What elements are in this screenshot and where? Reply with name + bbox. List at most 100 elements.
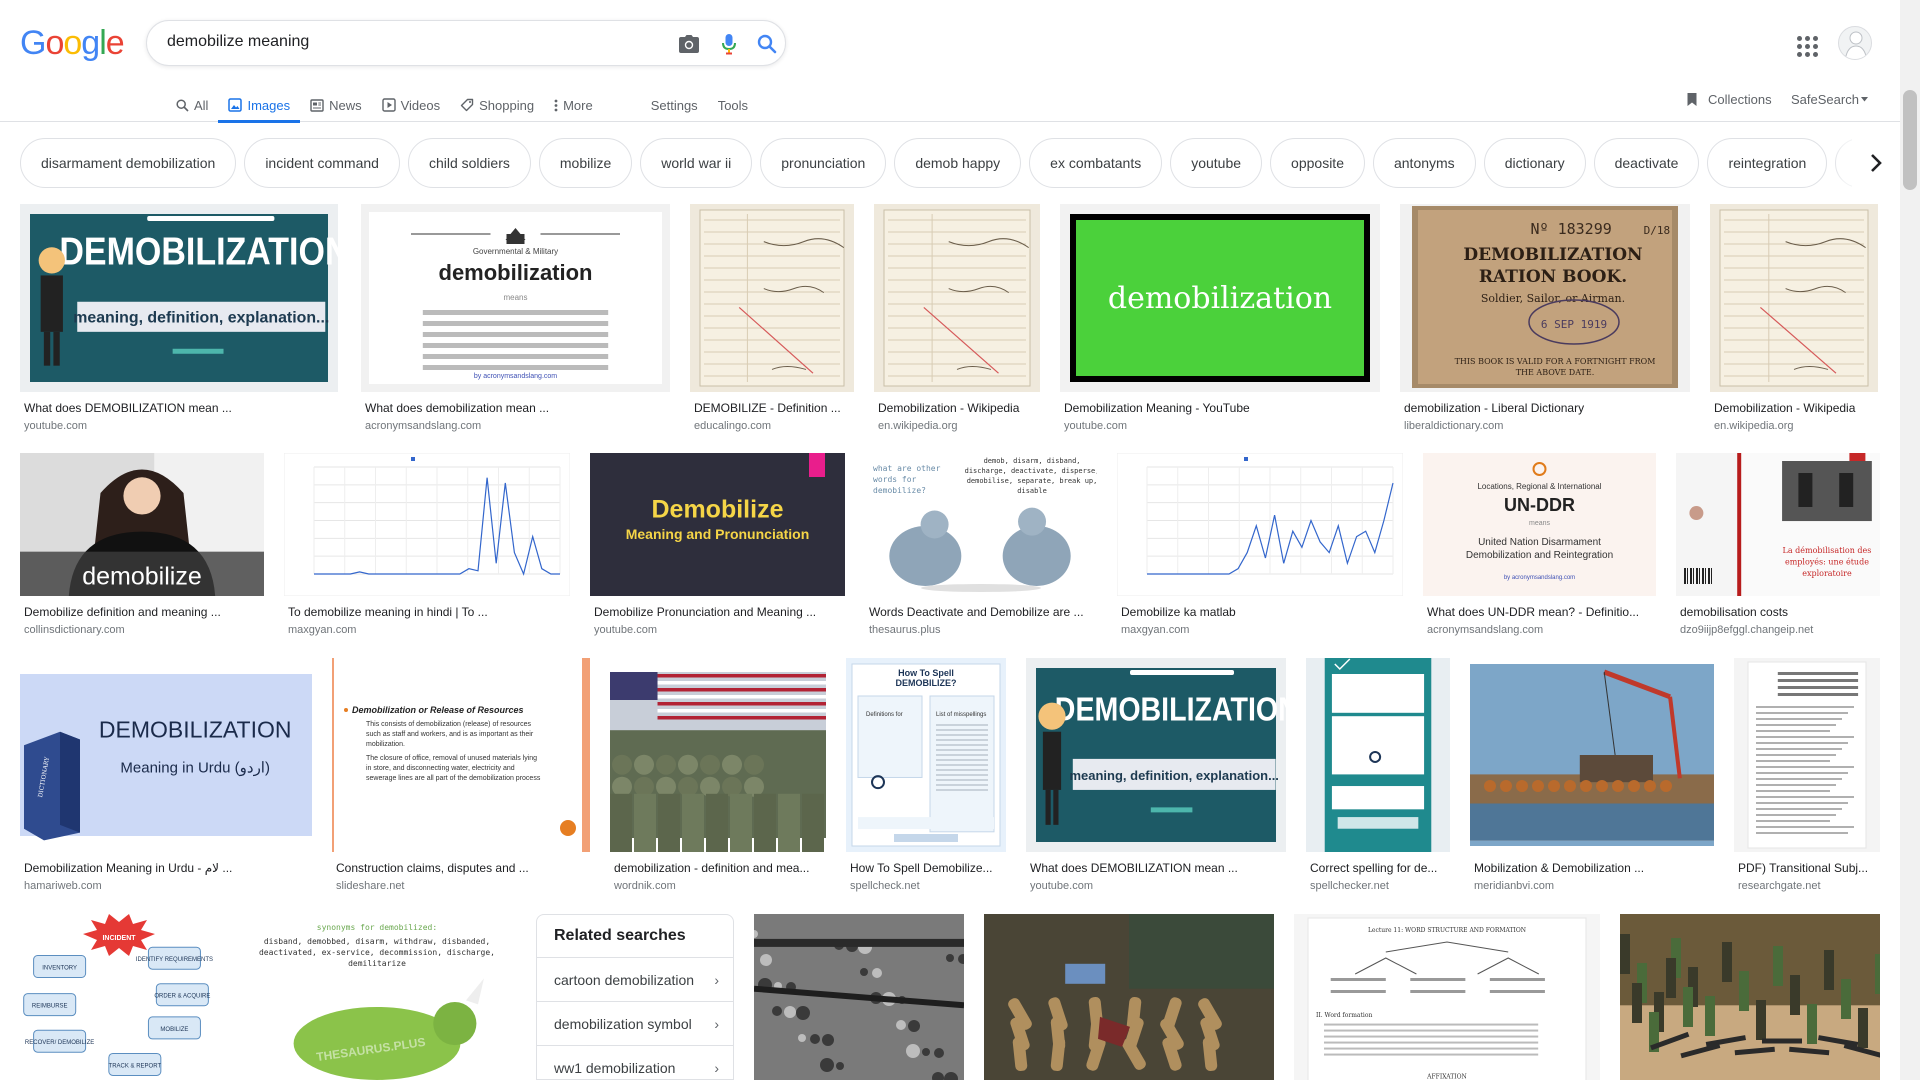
- svg-text:United Nation Disarmament: United Nation Disarmament: [1478, 537, 1601, 548]
- result-thumbnail[interactable]: DEMOBILIZATION meaning, definition, expla…: [1026, 658, 1286, 852]
- svg-text:Demobilization or Release of R: Demobilization or Release of Resources: [352, 705, 524, 715]
- result-thumbnail[interactable]: La démobilisation des employés: une étude…: [1676, 453, 1880, 596]
- result-thumbnail[interactable]: [1620, 914, 1880, 1080]
- svg-text:6 SEP 1919: 6 SEP 1919: [1541, 318, 1607, 331]
- result-title[interactable]: Demobilize definition and meaning ...: [24, 605, 260, 619]
- result-source: researchgate.net: [1738, 880, 1821, 892]
- result-title[interactable]: What does DEMOBILIZATION mean ...: [1030, 861, 1282, 875]
- result-thumbnail[interactable]: Locations, Regional & International UN-DD…: [1423, 453, 1656, 596]
- result-title[interactable]: Demobilize ka matlab: [1121, 605, 1399, 619]
- result-thumbnail[interactable]: [874, 204, 1040, 392]
- result-title[interactable]: Demobilize Pronunciation and Meaning ...: [594, 605, 841, 619]
- result-thumbnail[interactable]: [1470, 658, 1714, 852]
- result-title[interactable]: How To Spell Demobilize...: [850, 861, 1002, 875]
- result-thumbnail[interactable]: demobilization: [1060, 204, 1380, 392]
- result-title[interactable]: demobilisation costs: [1680, 605, 1876, 619]
- result-title[interactable]: What does DEMOBILIZATION mean ...: [24, 401, 334, 415]
- result-thumbnail[interactable]: Lecture 11: WORD STRUCTURE AND FORMATION…: [1294, 914, 1600, 1080]
- related-searches-title: Related searches: [554, 927, 686, 944]
- svg-text:Meaning in Urdu (اردو): Meaning in Urdu (اردو): [120, 759, 270, 776]
- result-thumbnail[interactable]: Demobilization or Release of Resources Th…: [332, 658, 590, 852]
- result-title[interactable]: Demobilization - Wikipedia: [1714, 401, 1874, 415]
- result-thumbnail[interactable]: [984, 914, 1274, 1080]
- result-thumbnail[interactable]: [754, 914, 964, 1080]
- result-source: youtube.com: [1030, 880, 1093, 892]
- result-title[interactable]: Correct spelling for de...: [1310, 861, 1446, 875]
- svg-text:Locations, Regional & Internat: Locations, Regional & International: [1477, 482, 1601, 491]
- result-title[interactable]: Words Deactivate and Demobilize are ...: [869, 605, 1093, 619]
- svg-text:The closure of office, removal: The closure of office, removal of unused…: [366, 755, 537, 762]
- svg-text:DEMOBILIZATION: DEMOBILIZATION: [99, 717, 292, 743]
- result-thumbnail[interactable]: [284, 453, 570, 596]
- svg-text:TRACK & REPORT: TRACK & REPORT: [109, 1063, 162, 1069]
- result-thumbnail[interactable]: demobilize: [20, 453, 264, 596]
- result-source: collinsdictionary.com: [24, 624, 125, 636]
- svg-text:INCIDENT: INCIDENT: [102, 935, 136, 942]
- related-search-item[interactable]: demobilization symbol ›: [537, 1001, 733, 1045]
- result-title[interactable]: What does UN-DDR mean? - Definitio...: [1427, 605, 1652, 619]
- svg-text:mobilization.: mobilization.: [366, 741, 405, 748]
- result-title[interactable]: Demobilization - Wikipedia: [878, 401, 1036, 415]
- result-title[interactable]: What does demobilization mean ...: [365, 401, 666, 415]
- result-thumbnail[interactable]: [1710, 204, 1878, 392]
- result-thumbnail[interactable]: [1117, 453, 1403, 596]
- svg-text:demobilize?: demobilize?: [873, 486, 926, 495]
- result-title[interactable]: Demobilization Meaning - YouTube: [1064, 401, 1376, 415]
- svg-text:by acronymsandslang.com: by acronymsandslang.com: [474, 373, 557, 380]
- svg-text:demob, disarm, disband,: demob, disarm, disband,: [984, 457, 1081, 465]
- svg-text:demobilize: demobilize: [82, 563, 202, 591]
- related-search-item[interactable]: cartoon demobilization ›: [537, 957, 733, 1001]
- related-search-label: demobilization symbol: [554, 1015, 692, 1032]
- chevron-right-icon: ›: [714, 1016, 719, 1032]
- svg-text:meaning, definition, explanati: meaning, definition, explanation...: [1069, 768, 1278, 783]
- svg-text:words for: words for: [873, 475, 917, 484]
- chevron-right-icon: ›: [714, 972, 719, 988]
- result-source: youtube.com: [1064, 420, 1127, 432]
- result-thumbnail[interactable]: Demobilize Meaning and Pronunciation: [590, 453, 845, 596]
- result-thumbnail[interactable]: what are other words for demobilize? demob,…: [865, 453, 1097, 596]
- result-title[interactable]: Demobilization Meaning in Urdu - لام ...: [24, 861, 308, 875]
- result-title[interactable]: PDF) Transitional Subj...: [1738, 861, 1876, 875]
- svg-text:meaning, definition, explanati: meaning, definition, explanation...: [73, 309, 329, 326]
- svg-text:MOBILIZE: MOBILIZE: [160, 1027, 188, 1033]
- result-source: acronymsandslang.com: [1427, 624, 1544, 636]
- svg-text:discharge, deactivate, dispers: discharge, deactivate, disperse,: [965, 467, 1097, 475]
- result-thumbnail[interactable]: Governmental & Military demobilization mea…: [361, 204, 670, 392]
- result-thumbnail[interactable]: INCIDENT IDENTIFY REQUIREMENTS ORDER & ACQ…: [20, 914, 218, 1080]
- svg-text:by acronymsandslang.com: by acronymsandslang.com: [1504, 575, 1575, 581]
- related-search-label: ww1 demobilization: [554, 1059, 676, 1076]
- svg-text:means: means: [503, 293, 527, 302]
- svg-text:demobilise, separate, break up: demobilise, separate, break up,: [967, 477, 1097, 485]
- result-thumbnail[interactable]: synonyms for demobilized: disband, demobb…: [238, 914, 516, 1080]
- result-title[interactable]: Construction claims, disputes and ...: [336, 861, 586, 875]
- svg-text:DEMOBILIZE?: DEMOBILIZE?: [896, 678, 957, 688]
- result-thumbnail[interactable]: [610, 658, 826, 852]
- related-search-item[interactable]: ww1 demobilization ›: [537, 1045, 733, 1080]
- result-title[interactable]: To demobilize meaning in hindi | To ...: [288, 605, 566, 619]
- svg-text:exploratoire: exploratoire: [1802, 569, 1852, 578]
- result-thumbnail[interactable]: [1734, 658, 1880, 852]
- svg-text:IDENTIFY REQUIREMENTS: IDENTIFY REQUIREMENTS: [136, 957, 213, 963]
- result-title[interactable]: Mobilization & Demobilization ...: [1474, 861, 1710, 875]
- result-thumbnail[interactable]: DEMOBILIZATION meaning, definition, expla…: [20, 204, 338, 392]
- related-search-label: cartoon demobilization: [554, 971, 695, 988]
- svg-text:sewerage lines are all part of: sewerage lines are all part of the demob…: [366, 775, 541, 782]
- svg-text:employés: une étude: employés: une étude: [1785, 558, 1869, 567]
- svg-text:Meaning and Pronunciation: Meaning and Pronunciation: [626, 526, 810, 542]
- scrollbar-thumb[interactable]: [1903, 90, 1917, 190]
- result-title[interactable]: DEMOBILIZE - Definition ...: [694, 401, 850, 415]
- svg-text:DEMOBILIZATION: DEMOBILIZATION: [59, 229, 338, 273]
- page-scrollbar[interactable]: [1900, 0, 1920, 1080]
- result-thumbnail[interactable]: DICTIONARY DEMOBILIZATION Meaning in Urdu …: [20, 658, 312, 852]
- result-thumbnail[interactable]: [690, 204, 854, 392]
- result-thumbnail[interactable]: How To Spell DEMOBILIZE? Definitions for Li…: [846, 658, 1006, 852]
- result-thumbnail[interactable]: Nº 183299 D/18 DEMOBILIZATION RATION BOOK. S…: [1400, 204, 1690, 392]
- svg-text:synonyms for demobilized:: synonyms for demobilized:: [317, 923, 437, 932]
- svg-text:THE ABOVE DATE.: THE ABOVE DATE.: [1516, 368, 1595, 377]
- svg-text:D/18: D/18: [1644, 224, 1671, 237]
- result-thumbnail[interactable]: [1306, 658, 1450, 852]
- result-title[interactable]: demobilization - Liberal Dictionary: [1404, 401, 1686, 415]
- result-title[interactable]: demobilization - definition and mea...: [614, 861, 822, 875]
- svg-text:II. Word formation: II. Word formation: [1316, 1012, 1372, 1019]
- result-source: meridianbvi.com: [1474, 880, 1555, 892]
